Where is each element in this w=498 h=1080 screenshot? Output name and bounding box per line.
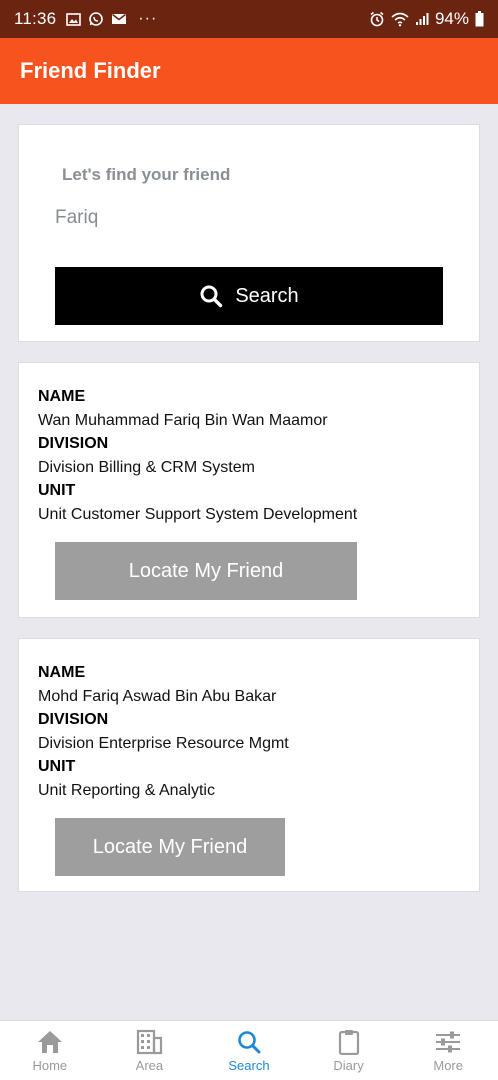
nav-search[interactable]: Search [199, 1021, 299, 1080]
name-heading: NAME [38, 388, 86, 405]
alarm-icon [370, 11, 384, 27]
search-icon [200, 285, 223, 308]
gallery-icon [66, 12, 82, 26]
status-time: 11:36 [14, 9, 57, 28]
unit-heading: UNIT [38, 758, 76, 775]
home-icon [37, 1031, 62, 1053]
friend-division: Division Enterprise Resource Mgmt [38, 734, 289, 752]
more-notifications-icon: ··· [138, 10, 158, 27]
clipboard-icon [338, 1030, 359, 1055]
building-icon [137, 1029, 163, 1055]
search-icon [238, 1031, 261, 1054]
signal-icon [415, 13, 429, 25]
friend-name: Wan Muhammad Fariq Bin Wan Maamor [38, 411, 328, 429]
app-bar: Friend Finder [0, 38, 498, 104]
locate-friend-button[interactable]: Locate My Friend [55, 818, 285, 876]
locate-friend-button[interactable]: Locate My Friend [55, 542, 357, 600]
nav-diary[interactable]: Diary [299, 1021, 399, 1080]
sliders-icon [436, 1031, 461, 1053]
whatsapp-icon [89, 12, 104, 26]
division-heading: DIVISION [38, 711, 109, 728]
friend-unit: Unit Reporting & Analytic [38, 781, 215, 799]
nav-diary-label: Diary [333, 1058, 364, 1073]
search-button-label: Search [235, 284, 299, 307]
unit-heading: UNIT [38, 482, 76, 499]
search-button[interactable]: Search [55, 267, 443, 325]
battery-icon [475, 11, 484, 27]
nav-search-label: Search [228, 1058, 270, 1073]
search-input[interactable] [55, 203, 445, 233]
bottom-navigation: Home Area Search Diary More [0, 1020, 498, 1080]
division-heading: DIVISION [38, 435, 109, 452]
search-label: Let's find your friend [62, 165, 231, 184]
app-title: Friend Finder [20, 58, 161, 83]
friend-division: Division Billing & CRM System [38, 458, 255, 476]
mail-icon [112, 13, 127, 24]
battery-percent: 94% [434, 9, 469, 28]
wifi-icon [391, 12, 409, 26]
friend-name: Mohd Fariq Aswad Bin Abu Bakar [38, 687, 277, 705]
nav-home[interactable]: Home [0, 1021, 100, 1080]
name-heading: NAME [38, 664, 86, 681]
friend-unit: Unit Customer Support System Development [38, 505, 358, 523]
status-bar: 11:36 ··· 94% [0, 0, 498, 38]
result-card: NAME Mohd Fariq Aswad Bin Abu Bakar DIVI… [18, 638, 480, 892]
nav-more[interactable]: More [398, 1021, 498, 1080]
nav-area[interactable]: Area [100, 1021, 200, 1080]
nav-area-label: Area [135, 1058, 164, 1073]
nav-home-label: Home [32, 1058, 68, 1073]
result-card: NAME Wan Muhammad Fariq Bin Wan Maamor D… [18, 362, 480, 618]
nav-more-label: More [433, 1058, 463, 1073]
search-card: Let's find your friend Search [18, 124, 480, 342]
